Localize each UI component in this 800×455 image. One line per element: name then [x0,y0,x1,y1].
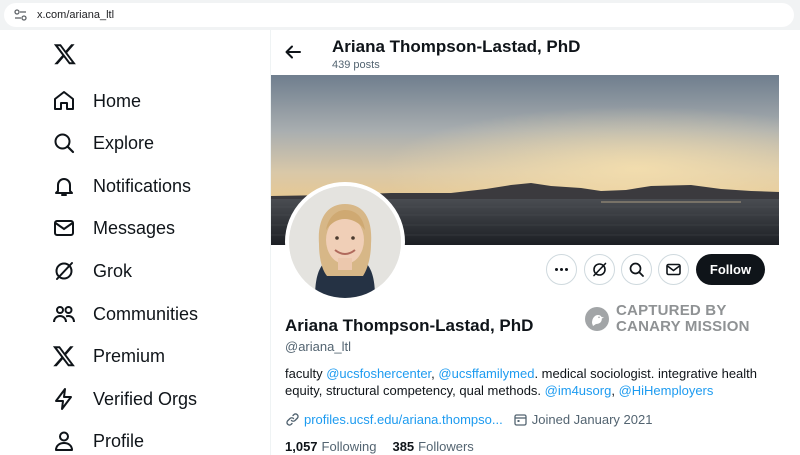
back-arrow-icon[interactable] [283,42,303,62]
envelope-icon [666,263,681,276]
sidebar-item-label: Verified Orgs [93,388,198,409]
bio-text: faculty [285,366,327,381]
bell-icon [55,178,73,196]
bio-mention-link[interactable]: @ucsfoshercenter [326,366,431,381]
grok-icon [593,262,607,277]
sidebar-item-label: Messages [93,217,176,238]
watermark-line-2: CANARY MISSION [616,318,750,335]
sidebar-item-label: Communities [93,303,199,324]
people-icon [53,306,75,323]
ellipsis-icon [555,268,568,271]
followers-count: 385 [392,439,415,454]
sidebar-item-premium[interactable]: Premium [52,341,165,371]
canary-bird-icon [585,307,609,331]
sidebar-item-profile[interactable]: Profile [52,426,144,455]
sidebar-item-explore[interactable]: Explore [52,128,154,158]
joined-date: Joined January 2021 [531,411,653,427]
sidebar-item-label: Profile [93,430,145,451]
profile-column: Ariana Thompson-Lastad, PhD 439 posts Fo… [271,30,779,455]
calendar-icon [514,413,527,426]
following-count: 1,057 [285,439,318,454]
bio-mention-link[interactable]: @ucsffamilymed [438,366,534,381]
sidebar-item-grok[interactable]: Grok [52,256,132,286]
url-field[interactable]: x.com/ariana_ltl [4,3,794,27]
site-settings-icon[interactable] [14,9,27,21]
bio-mention-link[interactable]: @HiHemployers [619,383,714,398]
x-logo-icon[interactable] [52,42,78,66]
search-profile-button[interactable] [621,254,652,285]
profile-handle: @ariana_ltl [285,339,351,354]
person-icon [55,431,73,451]
bio-mention-link[interactable]: @im4usorg [545,383,612,398]
followers-label: Followers [418,439,474,454]
profile-meta: profiles.ucsf.edu/ariana.thompso... Join… [285,409,652,429]
bio-text: , [611,383,619,398]
sidebar-item-messages[interactable]: Messages [52,213,175,243]
follow-stats: 1,057 Following 385 Followers [285,439,474,454]
x-logo-icon [52,346,75,367]
header-post-count: 439 posts [332,59,380,71]
grok-icon [55,262,73,280]
sidebar: Home Explore Notifications Messages Grok… [0,30,270,455]
website-link[interactable]: profiles.ucsf.edu/ariana.thompso... [304,412,503,427]
lightning-icon [55,388,72,410]
home-icon [54,91,74,110]
link-icon [286,412,299,426]
avatar[interactable] [285,182,405,302]
watermark-line-1: CAPTURED BY [616,302,727,319]
followers-link[interactable]: 385 Followers [392,439,473,454]
more-options-button[interactable] [546,254,577,285]
envelope-icon [54,220,74,236]
search-icon [54,133,75,154]
sidebar-item-communities[interactable]: Communities [52,299,198,329]
avatar-image [289,186,401,298]
sidebar-item-notifications[interactable]: Notifications [52,171,191,201]
following-link[interactable]: 1,057 Following [285,439,376,454]
sidebar-item-verified-orgs[interactable]: Verified Orgs [52,384,197,414]
profile-bio: faculty @ucsfoshercenter, @ucsffamilymed… [285,365,775,399]
sidebar-item-label: Explore [93,132,155,153]
url-text: x.com/ariana_ltl [37,9,115,21]
sidebar-item-home[interactable]: Home [52,86,141,116]
watermark: CAPTURED BY CANARY MISSION [584,302,750,336]
sidebar-item-label: Home [93,90,142,111]
browser-address-bar: x.com/ariana_ltl [0,0,800,30]
follow-button[interactable]: Follow [696,254,765,285]
sidebar-item-label: Notifications [93,175,192,196]
profile-name: Ariana Thompson-Lastad, PhD [285,316,534,335]
grok-button[interactable] [584,254,615,285]
following-label: Following [321,439,377,454]
header-profile-name: Ariana Thompson-Lastad, PhD [332,37,581,56]
sidebar-item-label: Grok [93,260,133,281]
search-icon [629,262,644,277]
message-button[interactable] [658,254,689,285]
sidebar-item-label: Premium [93,345,166,366]
